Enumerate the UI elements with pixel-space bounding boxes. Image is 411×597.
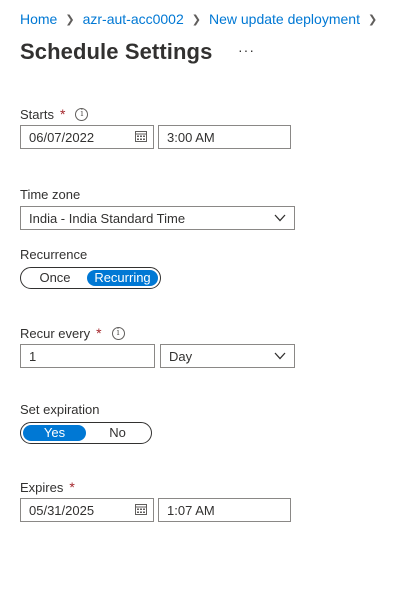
- breadcrumb: Home ❯ azr-aut-acc0002 ❯ New update depl…: [20, 11, 385, 27]
- chevron-right-icon: ❯: [191, 13, 201, 26]
- recur-every-label-text: Recur every: [20, 325, 91, 341]
- starts-date-value: 06/07/2022: [29, 129, 95, 145]
- starts-time-value: 3:00 AM: [167, 129, 215, 145]
- breadcrumb-new-update-deployment[interactable]: New update deployment: [209, 11, 360, 27]
- breadcrumb-automation-account[interactable]: azr-aut-acc0002: [83, 11, 184, 27]
- starts-label: Starts * i: [20, 106, 89, 122]
- expires-time-input[interactable]: 1:07 AM: [158, 498, 291, 522]
- more-options-button[interactable]: ···: [238, 42, 255, 58]
- set-expiration-yes-option[interactable]: Yes: [23, 425, 86, 441]
- expires-label-text: Expires: [20, 479, 64, 495]
- info-icon[interactable]: i: [111, 326, 125, 340]
- info-icon[interactable]: i: [75, 107, 89, 121]
- timezone-dropdown[interactable]: India - India Standard Time: [20, 206, 295, 230]
- recurrence-label: Recurrence: [20, 247, 88, 262]
- recur-every-value: 1: [29, 348, 37, 364]
- recurrence-toggle: Once Recurring: [20, 267, 161, 289]
- expires-time-value: 1:07 AM: [167, 502, 215, 518]
- calendar-icon[interactable]: [135, 131, 147, 142]
- set-expiration-no-option[interactable]: No: [86, 425, 149, 441]
- page-title: Schedule Settings: [20, 39, 213, 64]
- starts-label-text: Starts: [20, 106, 54, 122]
- starts-date-input[interactable]: 06/07/2022: [20, 125, 154, 149]
- expires-date-value: 05/31/2025: [29, 502, 95, 518]
- expires-date-input[interactable]: 05/31/2025: [20, 498, 154, 522]
- timezone-value: India - India Standard Time: [29, 210, 186, 226]
- recurrence-once-option[interactable]: Once: [23, 270, 87, 286]
- set-expiration-label: Set expiration: [20, 402, 100, 417]
- recur-unit-value: Day: [169, 348, 193, 364]
- starts-time-input[interactable]: 3:00 AM: [158, 125, 291, 149]
- recurrence-recurring-option[interactable]: Recurring: [87, 270, 158, 286]
- required-indicator: *: [59, 106, 66, 122]
- required-indicator: *: [69, 479, 75, 495]
- recur-unit-dropdown[interactable]: Day: [160, 344, 295, 368]
- chevron-down-icon: [274, 352, 286, 360]
- set-expiration-toggle: Yes No: [20, 422, 152, 444]
- chevron-down-icon: [274, 214, 286, 222]
- required-indicator: *: [96, 325, 102, 341]
- expires-label: Expires *: [20, 479, 75, 495]
- recur-every-label: Recur every * i: [20, 325, 125, 341]
- timezone-label: Time zone: [20, 187, 81, 202]
- recur-every-input[interactable]: 1: [20, 344, 155, 368]
- chevron-right-icon: ❯: [65, 13, 75, 26]
- calendar-icon[interactable]: [135, 504, 147, 515]
- chevron-right-icon: ❯: [367, 13, 378, 26]
- breadcrumb-home[interactable]: Home: [20, 11, 57, 27]
